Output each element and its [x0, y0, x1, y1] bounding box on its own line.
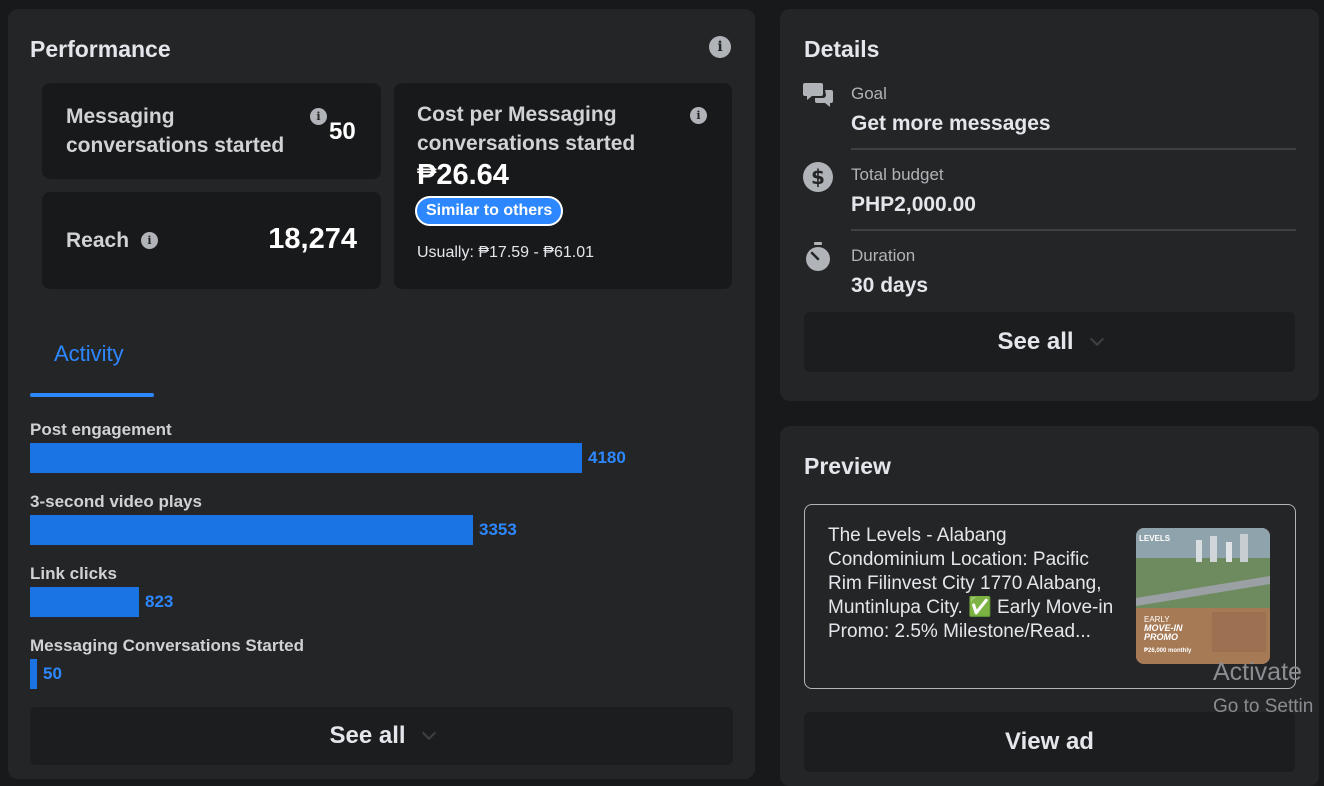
- activity-bar: [30, 587, 139, 617]
- activity-label: Link clicks: [30, 564, 117, 583]
- activation-watermark-sub: Go to Settin: [1213, 696, 1314, 717]
- activity-value: 4180: [588, 448, 626, 467]
- chevron-down-icon: [1089, 331, 1104, 347]
- see-all-button[interactable]: See all: [804, 312, 1295, 372]
- activity-label: Post engagement: [30, 420, 172, 439]
- view-ad-label: View ad: [1005, 728, 1094, 755]
- messaging-value: 50: [329, 118, 356, 145]
- chat-bubbles-icon: [803, 83, 833, 107]
- thumb-headline-3: PROMO: [1144, 632, 1179, 642]
- view-ad-button[interactable]: View ad: [804, 712, 1295, 772]
- activity-label: Messaging Conversations Started: [30, 636, 304, 655]
- see-all-label: See all: [997, 328, 1074, 355]
- svg-text:$: $: [811, 165, 825, 189]
- reach-label: Reach: [66, 229, 130, 252]
- thumb-price: ₱26,000 monthly: [1144, 648, 1192, 654]
- goal-value: Get more messages: [851, 112, 1051, 135]
- goal-label: Goal: [851, 84, 887, 103]
- see-all-button[interactable]: See all: [30, 707, 733, 765]
- divider: [851, 148, 1296, 150]
- details-panel: Details Goal Get more messages $ Total b…: [780, 9, 1319, 401]
- info-icon[interactable]: i: [709, 36, 731, 58]
- tab-activity[interactable]: Activity: [54, 341, 124, 367]
- budget-label: Total budget: [851, 165, 944, 184]
- activation-watermark: Activate: [1213, 658, 1302, 686]
- reach-value: 18,274: [268, 223, 357, 255]
- cost-label: Cost per Messaging conversations started: [417, 103, 636, 155]
- activity-bar: [30, 443, 582, 473]
- activity-value: 50: [43, 664, 62, 683]
- cost-value: ₱26.64: [417, 159, 509, 191]
- tab-underline: [30, 393, 154, 397]
- cost-card: Cost per Messaging conversations started…: [394, 83, 732, 289]
- ad-text: The Levels - Alabang Condominium Locatio…: [828, 525, 1114, 642]
- preview-title: Preview: [804, 453, 891, 479]
- reach-card: Reach i 18,274: [42, 192, 381, 289]
- dollar-icon: $: [803, 162, 833, 192]
- stopwatch-icon: [806, 242, 830, 271]
- messaging-label: Messaging conversations started: [66, 105, 285, 157]
- performance-panel: Performance i Messaging conversations st…: [8, 9, 755, 779]
- activity-bar: [30, 659, 37, 689]
- info-icon[interactable]: i: [690, 107, 707, 124]
- duration-label: Duration: [851, 246, 916, 265]
- divider: [851, 229, 1296, 231]
- activity-value: 3353: [479, 520, 517, 539]
- activity-bar: [30, 515, 473, 545]
- activity-label: 3-second video plays: [30, 492, 202, 511]
- chevron-down-icon: [421, 725, 436, 741]
- activity-value: 823: [145, 592, 174, 611]
- usually-range: Usually: ₱17.59 - ₱61.01: [417, 244, 594, 261]
- info-icon[interactable]: i: [141, 232, 158, 249]
- thumb-brand: LEVELS: [1139, 534, 1171, 543]
- see-all-label: See all: [329, 722, 406, 749]
- budget-value: PHP2,000.00: [851, 193, 976, 216]
- info-icon[interactable]: i: [310, 108, 327, 125]
- details-title: Details: [804, 36, 880, 62]
- ad-image: [1136, 528, 1270, 664]
- similar-badge: Similar to others: [415, 196, 564, 226]
- duration-value: 30 days: [851, 274, 929, 297]
- preview-panel: Preview The Levels - Alabang Condominium…: [780, 426, 1319, 786]
- performance-title: Performance: [30, 36, 171, 62]
- messaging-card: Messaging conversations started i 50: [42, 83, 381, 179]
- ad-thumbnail: LEVELS EARLY MOVE-IN PROMO ₱26,000 month…: [1136, 528, 1270, 664]
